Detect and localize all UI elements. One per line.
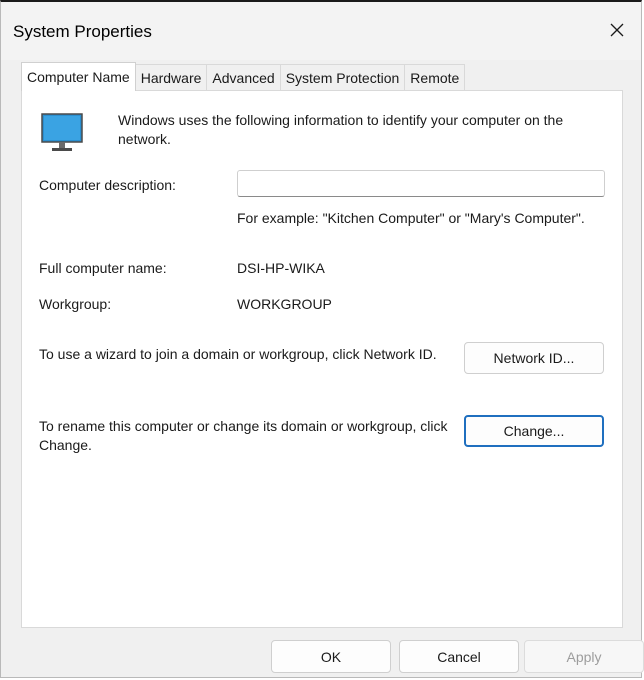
change-button[interactable]: Change... — [464, 415, 604, 447]
close-icon — [610, 23, 624, 37]
workgroup-label: Workgroup: — [39, 296, 112, 312]
computer-description-input[interactable] — [237, 170, 605, 197]
full-computer-name-label: Full computer name: — [39, 260, 167, 276]
tab-hardware[interactable]: Hardware — [134, 64, 208, 90]
workgroup-value: WORKGROUP — [237, 296, 332, 312]
title-bar[interactable]: System Properties — [1, 2, 641, 60]
network-id-button[interactable]: Network ID... — [464, 342, 604, 374]
apply-button[interactable]: Apply — [524, 640, 644, 673]
computer-description-label: Computer description: — [39, 177, 176, 193]
change-help-text: To rename this computer or change its do… — [39, 418, 448, 453]
full-computer-name-value: DSI-HP-WIKA — [237, 260, 325, 276]
tab-advanced[interactable]: Advanced — [206, 64, 281, 90]
tab-bar: Computer Name Hardware Advanced System P… — [21, 62, 466, 91]
tab-system-protection[interactable]: System Protection — [279, 64, 406, 90]
ok-button[interactable]: OK — [271, 640, 391, 673]
tab-remote[interactable]: Remote — [404, 64, 466, 90]
computer-name-panel: Windows uses the following information t… — [21, 90, 623, 628]
close-button[interactable] — [593, 10, 641, 50]
cancel-button[interactable]: Cancel — [399, 640, 519, 673]
description-example-text: For example: "Kitchen Computer" or "Mary… — [237, 210, 585, 226]
monitor-icon — [41, 113, 83, 151]
tab-computer-name[interactable]: Computer Name — [21, 62, 136, 91]
intro-text: Windows uses the following information t… — [118, 112, 564, 147]
window-title: System Properties — [13, 22, 152, 41]
network-id-help-text: To use a wizard to join a domain or work… — [39, 346, 437, 362]
system-properties-window: System Properties Computer Name Hardware… — [0, 0, 644, 678]
